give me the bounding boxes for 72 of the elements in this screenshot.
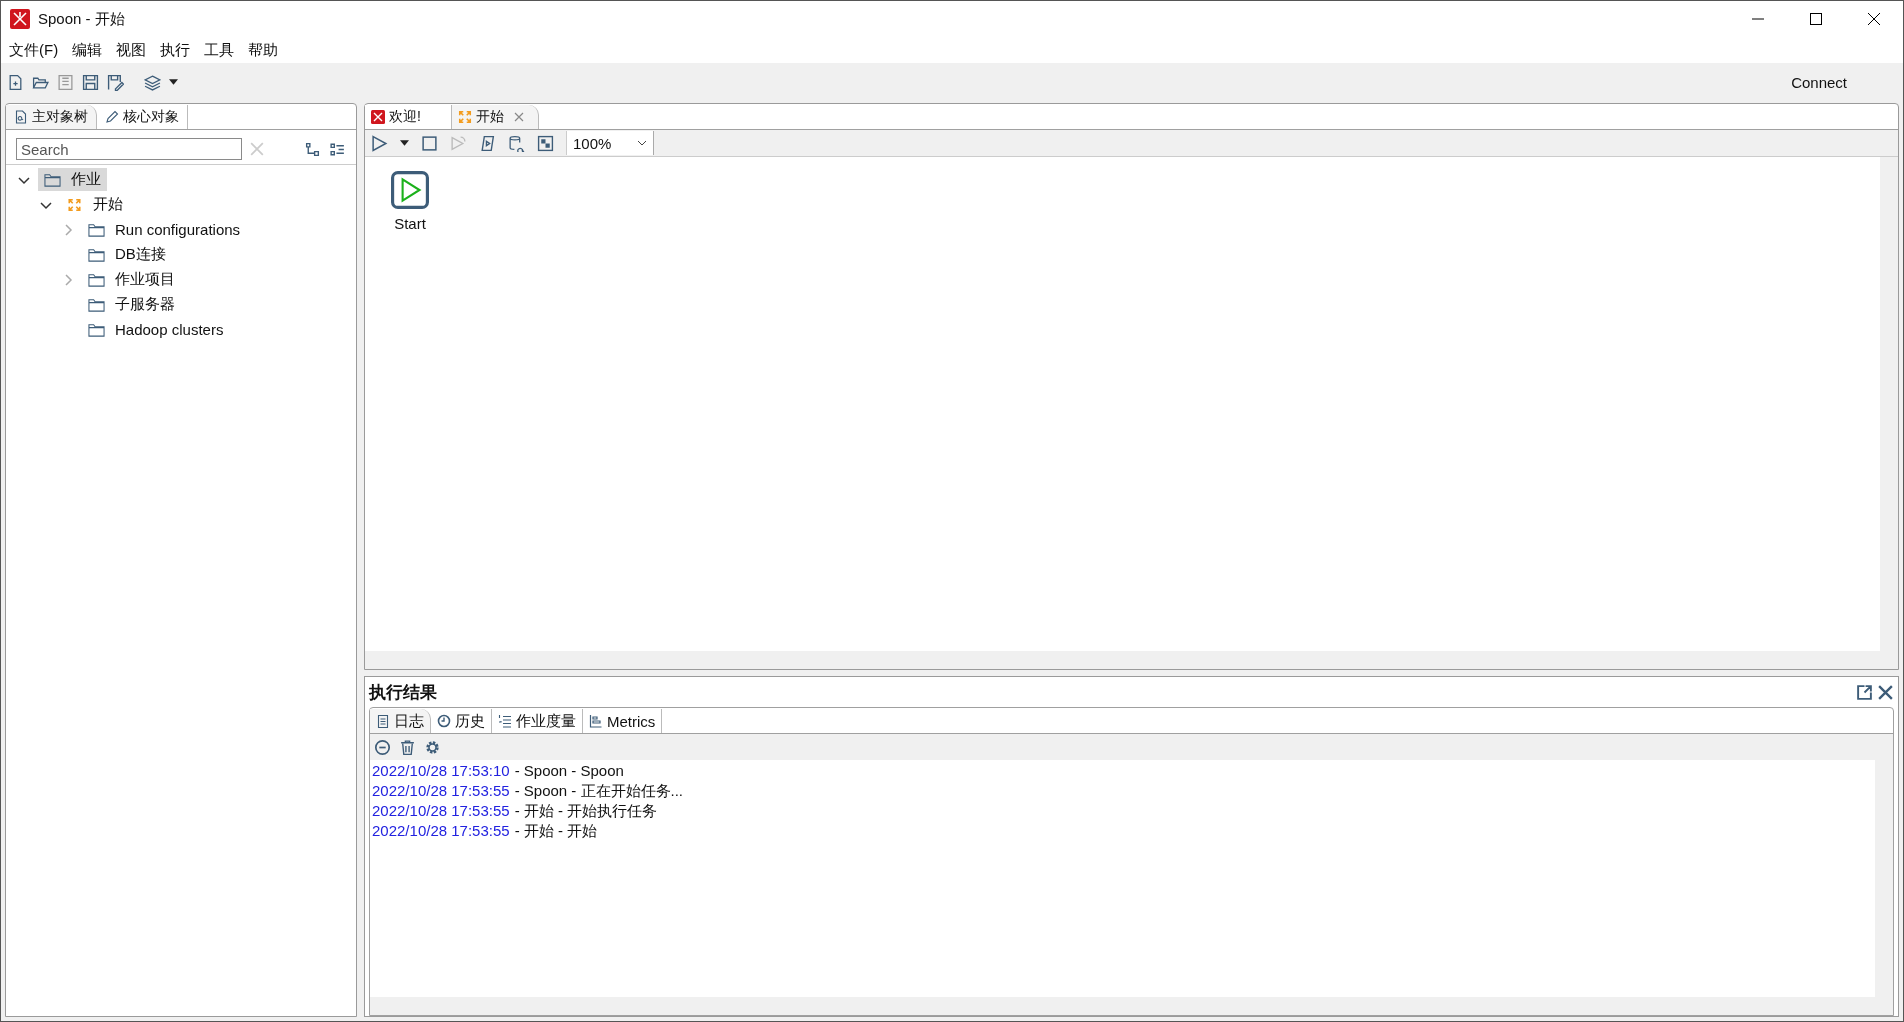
menu-item[interactable]: 视图 <box>116 40 147 60</box>
clock-icon <box>437 714 451 728</box>
panel-tab[interactable]: 主对象树 <box>6 105 97 129</box>
app-logo-icon <box>371 110 385 124</box>
expand-list-icon[interactable] <box>329 140 346 158</box>
log-message: - 开始 - 开始执行任务 <box>514 802 658 821</box>
log-timestamp: 2022/10/28 17:53:55 <box>372 802 510 821</box>
log-message: - Spoon - 正在开始任务... <box>514 782 683 801</box>
log-timestamp: 2022/10/28 17:53:10 <box>372 762 510 781</box>
tree-item[interactable]: DB连接 <box>82 243 172 266</box>
tree-item[interactable]: 开始 <box>60 193 129 216</box>
log-timestamp: 2022/10/28 17:53:55 <box>372 782 510 801</box>
tree-item[interactable]: 作业项目 <box>82 268 181 291</box>
tree-item[interactable]: Hadoop clusters <box>82 319 230 340</box>
results-tab[interactable]: 日志 <box>370 709 431 733</box>
menu-item[interactable]: 执行 <box>160 40 191 60</box>
grid-icon[interactable] <box>537 134 554 152</box>
menu-item[interactable]: 工具 <box>204 40 235 60</box>
node-label: Start <box>394 215 426 232</box>
vertical-scrollbar[interactable] <box>1880 157 1898 651</box>
folder-icon <box>88 272 105 287</box>
panel-title: 执行结果 <box>369 681 437 704</box>
database-search-icon[interactable] <box>508 134 525 152</box>
window-title: Spoon - 开始 <box>38 9 125 29</box>
caret-icon[interactable] <box>400 140 409 146</box>
document-search-icon <box>14 110 28 124</box>
corner-arrows-icon <box>66 197 83 212</box>
document-icon <box>376 714 390 728</box>
new-file-icon[interactable] <box>7 73 24 91</box>
pop-out-icon[interactable] <box>1856 683 1873 701</box>
menu-item[interactable]: 文件(F) <box>9 40 59 60</box>
log-message: - 开始 - 开始 <box>514 822 598 841</box>
close-tab-icon[interactable] <box>514 112 524 122</box>
caret-icon[interactable] <box>169 79 178 85</box>
chevron-down-icon <box>637 140 647 146</box>
run-icon[interactable] <box>371 134 388 152</box>
folder-icon <box>88 297 105 312</box>
editor-tab[interactable]: 欢迎! <box>365 105 452 129</box>
tree-item[interactable]: Run configurations <box>82 219 247 240</box>
folder-icon <box>44 172 61 187</box>
log-message: - Spoon - Spoon <box>514 762 624 781</box>
tree-item[interactable]: 作业 <box>38 168 107 191</box>
folder-icon <box>88 222 105 237</box>
horizontal-scrollbar[interactable] <box>365 651 1898 669</box>
collapse-tree-icon[interactable] <box>304 140 321 158</box>
minus-circle-icon[interactable] <box>374 738 391 756</box>
stop-icon[interactable] <box>421 134 438 152</box>
maximize-icon <box>1810 13 1822 25</box>
script-icon[interactable] <box>479 134 496 152</box>
connect-button[interactable]: Connect <box>1785 71 1853 93</box>
bar-chart-icon <box>589 714 603 728</box>
pencil-icon <box>105 110 119 124</box>
tree-item[interactable]: 子服务器 <box>82 293 181 316</box>
trash-icon[interactable] <box>399 738 416 756</box>
folder-icon <box>88 322 105 337</box>
save-icon[interactable] <box>82 73 99 91</box>
menu-item[interactable]: 帮助 <box>248 40 279 60</box>
save-as-icon[interactable] <box>107 73 124 91</box>
zoom-dropdown[interactable]: 100% <box>566 131 654 155</box>
editor-tab[interactable]: 开始 <box>452 105 539 129</box>
numbered-list-icon <box>498 714 512 728</box>
start-node-icon[interactable] <box>391 171 429 209</box>
corner-arrows-icon <box>458 110 472 124</box>
close-icon[interactable] <box>1877 683 1894 701</box>
search-field[interactable]: Search <box>16 138 242 160</box>
settings-icon[interactable] <box>424 738 441 756</box>
folder-icon <box>88 247 105 262</box>
app-logo-icon <box>10 9 30 29</box>
log-timestamp: 2022/10/28 17:53:55 <box>372 822 510 841</box>
layers-icon[interactable] <box>144 73 161 91</box>
close-icon <box>1868 13 1880 25</box>
menu-item[interactable]: 编辑 <box>72 40 103 60</box>
